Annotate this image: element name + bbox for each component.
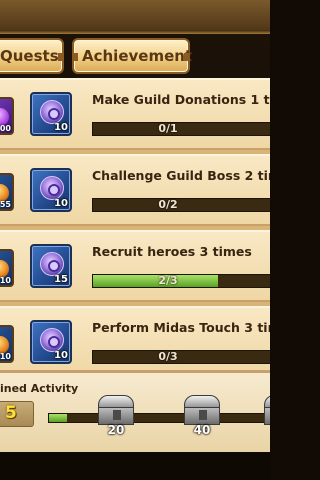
reward-item-qty: 10 <box>0 276 11 285</box>
activity-chest-20[interactable] <box>96 395 136 425</box>
reward-item-icon: 10 <box>0 325 14 363</box>
quest-row[interactable]: 00 10 Make Guild Donations 1 time 0/1 <box>0 78 270 150</box>
activity-progress-bar <box>48 413 270 423</box>
top-frame <box>0 0 270 34</box>
reward-qty: 10 <box>54 198 68 209</box>
tab-achievement[interactable]: Achievement <box>72 38 193 74</box>
guild-coin-icon <box>40 252 64 276</box>
quest-progress-bar: 2/3 <box>92 274 270 288</box>
activity-value: 5 <box>5 403 17 423</box>
progress-text: 0/1 <box>158 122 178 135</box>
tab-notch <box>184 53 190 61</box>
reward-item-icon: 10 <box>0 249 14 287</box>
quest-list: 00 10 Make Guild Donations 1 time 0/1 55… <box>0 78 270 378</box>
guild-coin-reward: 10 <box>30 92 72 136</box>
guild-coin-icon <box>40 100 64 124</box>
activity-chest-40[interactable] <box>182 395 222 425</box>
reward-item-qty: 55 <box>0 200 11 209</box>
activity-section: ined Activity 5 20 40 <box>0 370 270 452</box>
tab-quests[interactable]: Quests <box>0 38 64 74</box>
guild-coin-reward: 15 <box>30 244 72 288</box>
quest-title: Perform Midas Touch 3 times <box>92 320 270 335</box>
reward-item-qty: 00 <box>0 124 11 133</box>
progress-text: 2/3 <box>158 274 178 287</box>
progress-text: 0/2 <box>158 198 178 211</box>
bottom-strip <box>0 452 270 480</box>
tab-notch <box>58 53 64 61</box>
tab-quests-label: Quests <box>0 47 59 65</box>
activity-progress-fill <box>49 414 68 422</box>
reward-qty: 15 <box>54 274 68 285</box>
guild-quests-screen: Quests Achievement 00 10 Make Guild Dona… <box>0 0 270 480</box>
guild-coin-icon <box>40 176 64 200</box>
chest-milestone: 20 <box>107 423 125 437</box>
chest-body <box>264 407 270 425</box>
quest-title: Challenge Guild Boss 2 times <box>92 168 270 183</box>
tab-notch <box>72 53 78 61</box>
reward-item-qty: 10 <box>0 352 11 361</box>
chest-milestone: 40 <box>193 423 211 437</box>
reward-item-icon: 55 <box>0 173 14 211</box>
progress-text: 0/3 <box>158 350 178 363</box>
activity-value-box: 5 <box>0 401 34 427</box>
quest-row[interactable]: 10 15 Recruit heroes 3 times 2/3 <box>0 230 270 302</box>
guild-coin-reward: 10 <box>30 168 72 212</box>
reward-item-icon: 00 <box>0 97 14 135</box>
quest-progress-bar: 0/1 <box>92 122 270 136</box>
activity-label: ined Activity <box>0 382 79 395</box>
reward-qty: 10 <box>54 122 68 133</box>
quest-progress-bar: 0/2 <box>92 198 270 212</box>
quest-title: Make Guild Donations 1 time <box>92 92 270 107</box>
guild-coin-icon <box>40 328 64 352</box>
reward-qty: 10 <box>54 350 68 361</box>
quest-progress-bar: 0/3 <box>92 350 270 364</box>
guild-coin-reward: 10 <box>30 320 72 364</box>
tab-bar: Quests Achievement <box>0 38 270 74</box>
tab-achievement-label: Achievement <box>82 47 193 65</box>
quest-title: Recruit heroes 3 times <box>92 244 252 259</box>
activity-chest-partial[interactable] <box>262 395 270 425</box>
quest-row[interactable]: 55 10 Challenge Guild Boss 2 times 0/2 <box>0 154 270 226</box>
quest-row[interactable]: 10 10 Perform Midas Touch 3 times 0/3 <box>0 306 270 378</box>
